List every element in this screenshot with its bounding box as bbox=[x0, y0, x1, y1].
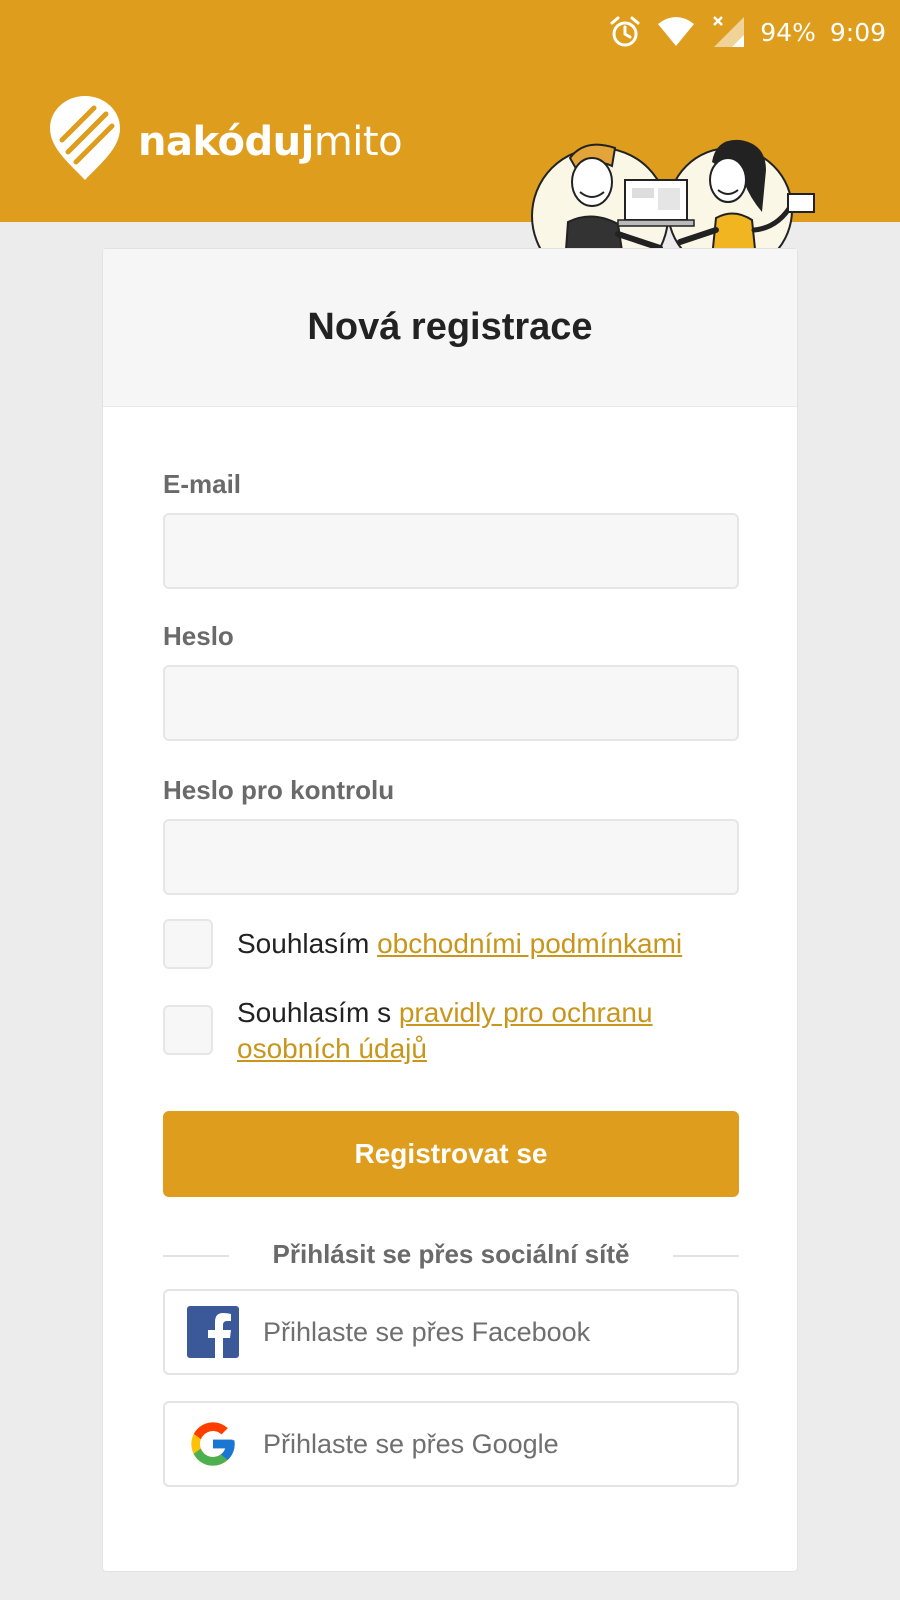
brand-logo[interactable]: nakódujmito bbox=[48, 96, 403, 187]
password-confirm-label: Heslo pro kontrolu bbox=[163, 775, 395, 805]
privacy-checkbox[interactable] bbox=[163, 1005, 213, 1055]
email-field[interactable] bbox=[163, 513, 739, 589]
privacy-prefix: Souhlasím s bbox=[237, 997, 399, 1028]
brand-logo-icon bbox=[48, 96, 122, 187]
card-header: Nová registrace bbox=[103, 249, 797, 407]
terms-checkbox[interactable] bbox=[163, 919, 213, 969]
divider-line-right bbox=[673, 1255, 739, 1257]
facebook-icon bbox=[187, 1306, 239, 1358]
social-divider-text: Přihlásit se přes sociální sítě bbox=[272, 1239, 630, 1269]
facebook-login-label: Přihlaste se přes Facebook bbox=[263, 1316, 591, 1347]
google-icon bbox=[187, 1418, 239, 1470]
password-field[interactable] bbox=[163, 665, 739, 741]
cellular-icon bbox=[710, 15, 746, 49]
app-header: 94% 9:09 nakódujmito bbox=[0, 0, 900, 285]
clock-time: 9:09 bbox=[829, 17, 886, 47]
facebook-login-button[interactable]: Přihlaste se přes Facebook bbox=[163, 1289, 739, 1375]
status-bar: 94% 9:09 bbox=[608, 12, 886, 52]
password-label: Heslo bbox=[163, 621, 234, 651]
brand-name-mid: j bbox=[300, 118, 315, 165]
alarm-icon bbox=[608, 15, 642, 49]
password-confirm-field[interactable] bbox=[163, 819, 739, 895]
brand-name-bold: nakódu bbox=[138, 118, 301, 165]
terms-link[interactable]: obchodními podmínkami bbox=[377, 928, 682, 959]
battery-percent: 94% bbox=[760, 17, 816, 47]
page-title: Nová registrace bbox=[307, 306, 593, 348]
privacy-consent-text: Souhlasím s pravidly pro ochranu osobníc… bbox=[237, 995, 717, 1067]
brand-name: nakódujmito bbox=[138, 118, 403, 165]
google-login-button[interactable]: Přihlaste se přes Google bbox=[163, 1401, 739, 1487]
google-login-label: Přihlaste se přes Google bbox=[263, 1428, 559, 1459]
wifi-icon bbox=[656, 16, 696, 48]
divider-line-left bbox=[163, 1255, 229, 1257]
registration-card: Nová registrace E-mail Heslo Heslo pro k… bbox=[102, 248, 798, 1572]
terms-prefix: Souhlasím bbox=[237, 928, 378, 959]
brand-name-light: mito bbox=[313, 118, 403, 165]
email-label: E-mail bbox=[163, 469, 242, 499]
terms-consent-text: Souhlasím obchodními podmínkami bbox=[237, 926, 717, 962]
register-button[interactable]: Registrovat se bbox=[163, 1111, 739, 1197]
